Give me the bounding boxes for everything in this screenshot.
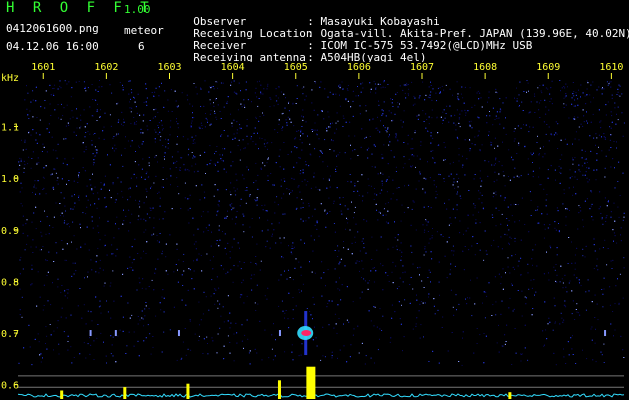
meteor-count: 6 (138, 40, 145, 53)
x-tick-label: 1601 (31, 62, 55, 73)
x-tick-label: 1610 (599, 62, 623, 73)
meteor-echo (89, 330, 92, 337)
spectrum-peak (306, 366, 316, 399)
x-tick-label: 1609 (536, 62, 560, 73)
file-name: 0412061600.png (6, 22, 99, 35)
meteor-core (301, 330, 312, 337)
y-tick-label: 0.7 (1, 329, 19, 340)
x-tick-label: 1608 (473, 62, 497, 73)
meteor-echo (278, 330, 281, 337)
spectrum-peak (60, 390, 64, 399)
x-tick-label: 1603 (157, 62, 181, 73)
meteor-echo (114, 330, 117, 337)
y-tick-label: 1.1 (1, 122, 19, 133)
spectrum-peak (508, 392, 512, 399)
spectrum-peak (277, 380, 281, 399)
spectrogram: 1601 1602 1603 1604 1605 1606 1607 1608 1609 1610… (0, 62, 629, 400)
x-tick-label: 1606 (347, 62, 371, 73)
antenna-row: Receiving antenna: A504HB(yagi 4el) (180, 40, 426, 64)
meteor-label: meteor (124, 24, 164, 37)
timestamp: 04.12.06 16:00 (6, 40, 99, 53)
y-unit-label: kHz (1, 73, 19, 84)
y-tick-label: 0.9 (1, 226, 19, 237)
y-tick-label: 0.6 (1, 381, 19, 392)
app-version: 1.00 (124, 3, 151, 16)
meteor-echo (177, 330, 180, 337)
x-tick-label: 1605 (284, 62, 308, 73)
x-tick-label: 1607 (410, 62, 434, 73)
meteor-echo (604, 330, 607, 337)
x-tick-label: 1604 (221, 62, 245, 73)
y-tick-label: 1.0 (1, 174, 19, 185)
x-tick-label: 1602 (94, 62, 118, 73)
spectrum-peak (123, 387, 127, 399)
spectrum-peak (186, 383, 190, 399)
y-tick-label: 0.8 (1, 277, 19, 288)
